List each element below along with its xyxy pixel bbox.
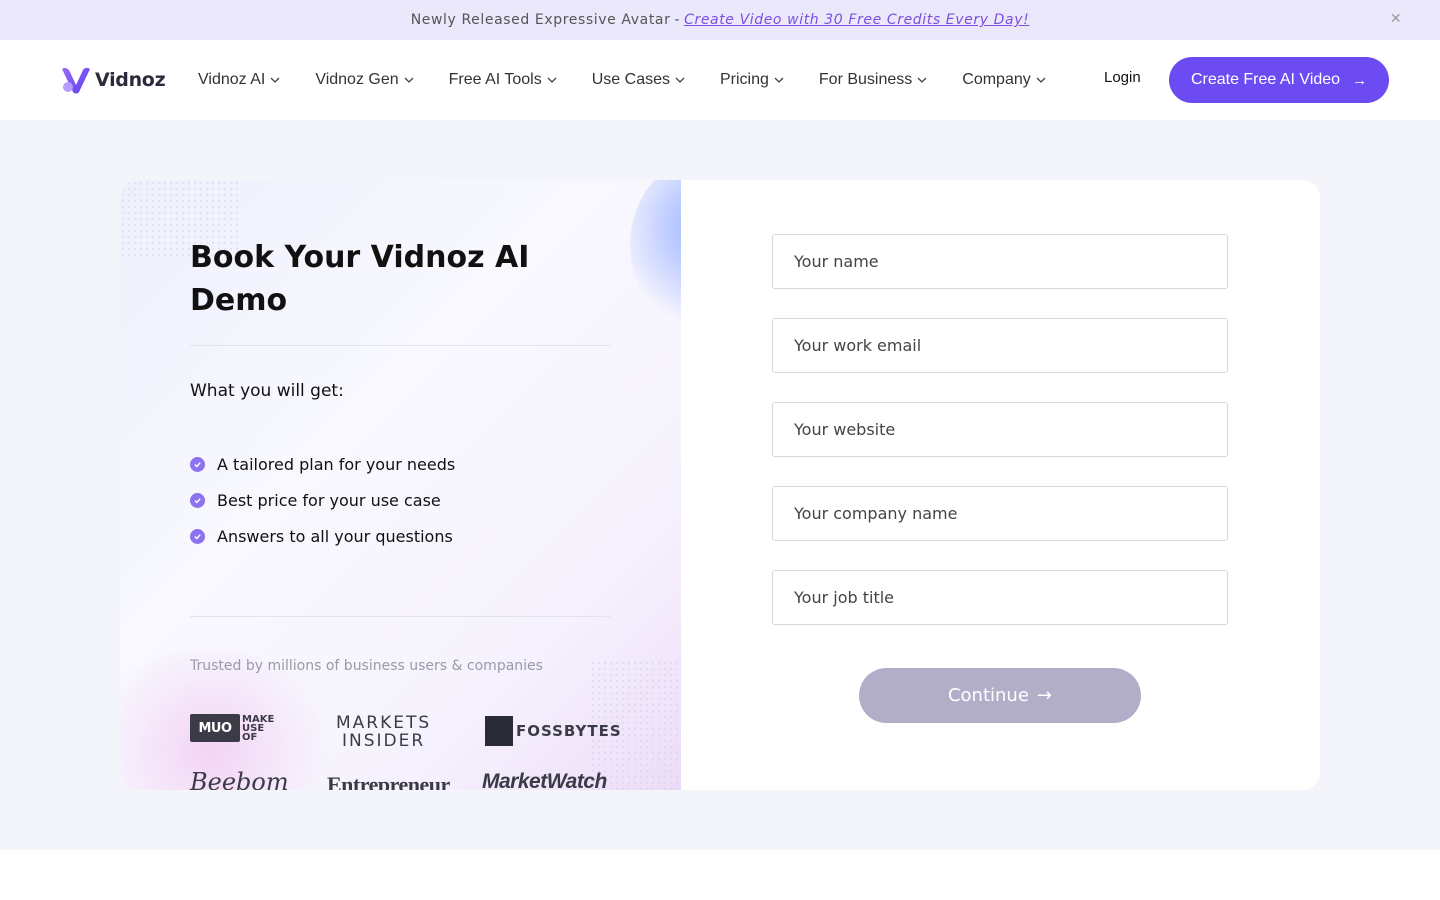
benefit-item: Answers to all your questions (190, 518, 455, 554)
work-email-input[interactable] (772, 318, 1228, 373)
muo-badge: MUO (190, 714, 240, 742)
logo-text: Vidnoz (95, 69, 166, 91)
nav-pricing[interactable]: Pricing (720, 71, 785, 89)
nav-label: Use Cases (591, 71, 670, 88)
benefit-item: A tailored plan for your needs (190, 446, 455, 482)
login-link[interactable]: Login (1104, 69, 1141, 86)
demo-card: Book Your Vidnoz AI Demo What you will g… (120, 180, 1320, 790)
chevron-down-icon (774, 77, 784, 83)
chevron-down-icon (404, 77, 414, 83)
divider (190, 345, 611, 346)
entrepreneur-logo: Entrepreneur (327, 772, 450, 790)
site-header: Vidnoz Vidnoz AI Vidnoz Gen Free AI Tool… (0, 40, 1440, 120)
cta-label: Create Free AI Video (1190, 71, 1341, 88)
create-free-ai-video-button[interactable]: Create Free AI Video → (1169, 57, 1389, 103)
nav-label: Pricing (719, 71, 769, 88)
fossbytes-wordmark: FOSSBYTES (516, 722, 622, 740)
continue-button[interactable]: Continue → (859, 668, 1141, 723)
arrow-right-icon: → (1352, 71, 1368, 89)
page-title: Book Your Vidnoz AI Demo (190, 240, 530, 318)
decorative-blob (630, 180, 681, 330)
demo-info-panel: Book Your Vidnoz AI Demo What you will g… (120, 180, 681, 790)
website-input[interactable] (772, 402, 1228, 457)
announcement-separator: - (674, 12, 681, 28)
markets-line: INSIDER (342, 731, 426, 751)
logo[interactable]: Vidnoz (59, 63, 166, 97)
main-nav: Vidnoz AI Vidnoz Gen Free AI Tools Use C… (198, 68, 1081, 92)
muo-line: OF (242, 731, 258, 743)
benefits-heading: What you will get: (190, 381, 344, 401)
announcement-link[interactable]: Create Video with 30 Free Credits Every … (684, 12, 1029, 28)
makeuseof-logo: MUO MAKE USE OF (190, 714, 274, 742)
nav-for-business[interactable]: For Business (819, 71, 928, 89)
nav-free-ai-tools[interactable]: Free AI Tools (449, 71, 558, 89)
markets-line: MARKETS (336, 713, 432, 733)
muo-wordmark: MAKE USE OF (242, 714, 274, 743)
markets-insider-logo: MARKETS INSIDER (336, 714, 431, 750)
trusted-text: Trusted by millions of business users & … (190, 658, 543, 674)
company-name-input[interactable] (772, 486, 1228, 541)
job-title-input[interactable] (772, 570, 1228, 625)
fossbytes-mark (485, 716, 513, 746)
announcement-bar: Newly Released Expressive Avatar - Creat… (0, 0, 1440, 40)
marketwatch-logo: MarketWatch (482, 770, 607, 790)
benefits-list: A tailored plan for your needs Best pric… (190, 446, 455, 554)
nav-company[interactable]: Company (962, 71, 1046, 89)
announcement-text: Newly Released Expressive Avatar (410, 12, 671, 28)
nav-label: Vidnoz AI (198, 71, 266, 88)
continue-label: Continue (947, 685, 1029, 706)
arrow-right-icon: → (1036, 685, 1053, 706)
beebom-logo: Beebom (190, 768, 289, 790)
benefit-text: Answers to all your questions (217, 526, 453, 546)
nav-label: Free AI Tools (448, 71, 542, 88)
name-input[interactable] (772, 234, 1228, 289)
nav-label: Vidnoz Gen (315, 71, 399, 88)
footer-strip (0, 850, 1440, 900)
nav-use-cases[interactable]: Use Cases (592, 71, 686, 89)
nav-vidnoz-gen[interactable]: Vidnoz Gen (315, 71, 414, 89)
benefit-item: Best price for your use case (190, 482, 455, 518)
nav-vidnoz-ai[interactable]: Vidnoz AI (198, 71, 281, 89)
fossbytes-logo: FOSSBYTES (485, 716, 622, 746)
nav-label: Company (962, 71, 1031, 88)
divider (190, 616, 611, 617)
chevron-down-icon (917, 77, 927, 83)
vidnoz-logo-icon (62, 67, 90, 94)
nav-label: For Business (818, 71, 913, 88)
check-circle-icon (190, 492, 205, 508)
chevron-down-icon (547, 77, 557, 83)
chevron-down-icon (675, 77, 685, 83)
check-circle-icon (190, 528, 205, 544)
chevron-down-icon (1036, 77, 1046, 83)
benefit-text: Best price for your use case (217, 490, 441, 510)
chevron-down-icon (270, 77, 280, 83)
close-icon[interactable]: ✕ (1388, 11, 1404, 27)
check-circle-icon (190, 456, 205, 472)
benefit-text: A tailored plan for your needs (217, 454, 456, 474)
